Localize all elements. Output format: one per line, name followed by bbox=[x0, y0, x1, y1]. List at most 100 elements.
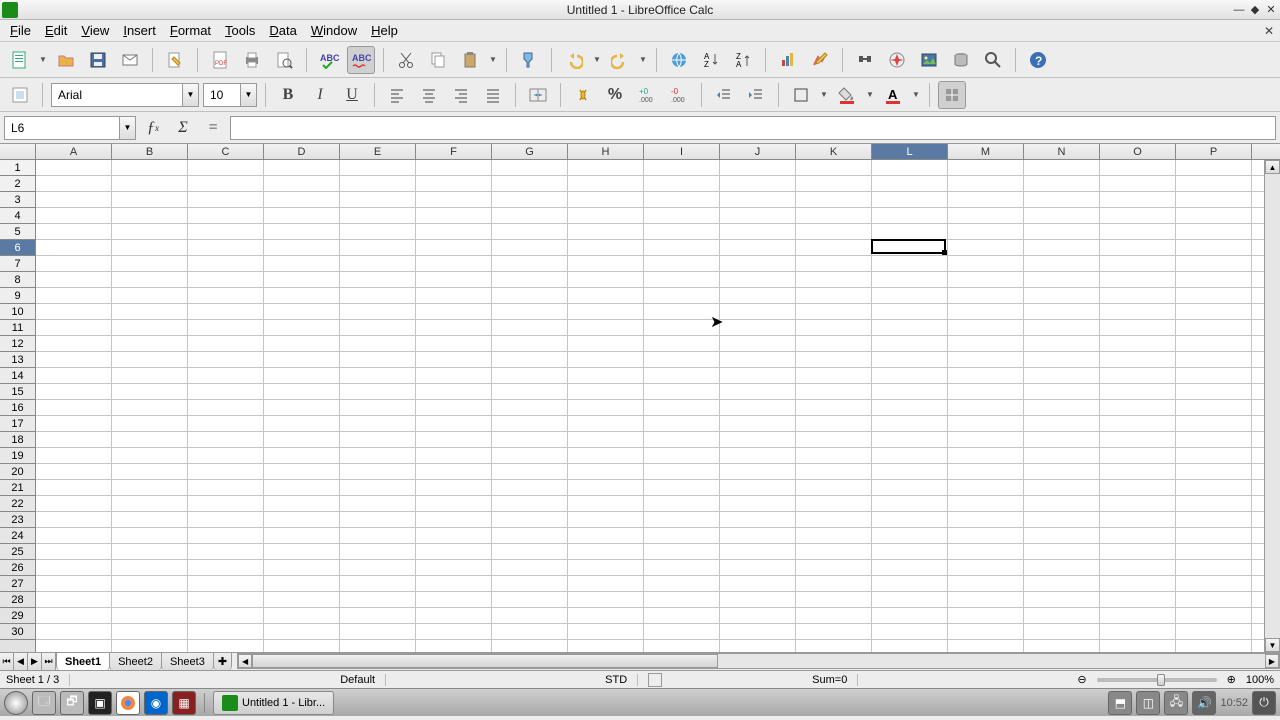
function-equals-icon[interactable]: = bbox=[202, 117, 224, 139]
row-header[interactable]: 19 bbox=[0, 448, 35, 464]
row-header[interactable]: 28 bbox=[0, 592, 35, 608]
row-header[interactable]: 10 bbox=[0, 304, 35, 320]
row-header[interactable]: 4 bbox=[0, 208, 35, 224]
undo-icon[interactable] bbox=[560, 46, 588, 74]
row-header[interactable]: 17 bbox=[0, 416, 35, 432]
row-header[interactable]: 7 bbox=[0, 256, 35, 272]
add-decimal-icon[interactable]: +0.000 bbox=[633, 81, 661, 109]
redo-icon[interactable] bbox=[606, 46, 634, 74]
column-header[interactable]: I bbox=[644, 144, 720, 159]
clock[interactable]: 10:52 bbox=[1220, 697, 1248, 709]
borders-dropdown[interactable]: ▼ bbox=[819, 90, 829, 99]
sum-icon[interactable]: Σ bbox=[172, 117, 194, 139]
tray-volume-icon[interactable]: 🔊 bbox=[1192, 691, 1216, 715]
sort-asc-icon[interactable]: AZ bbox=[697, 46, 725, 74]
row-header[interactable]: 8 bbox=[0, 272, 35, 288]
new-dropdown[interactable]: ▼ bbox=[38, 55, 48, 64]
chart-icon[interactable] bbox=[774, 46, 802, 74]
align-left-icon[interactable] bbox=[383, 81, 411, 109]
datasources-icon[interactable] bbox=[947, 46, 975, 74]
navigator-icon[interactable] bbox=[883, 46, 911, 74]
row-header[interactable]: 23 bbox=[0, 512, 35, 528]
save-icon[interactable] bbox=[84, 46, 112, 74]
cells-area[interactable] bbox=[36, 160, 1264, 652]
row-header[interactable]: 20 bbox=[0, 464, 35, 480]
tray-power-icon[interactable]: ⏻ bbox=[1252, 691, 1276, 715]
font-size-combo[interactable]: 10 ▼ bbox=[203, 83, 257, 107]
row-header[interactable]: 5 bbox=[0, 224, 35, 240]
tab-prev-icon[interactable]: ◀ bbox=[14, 653, 28, 670]
column-header[interactable]: K bbox=[796, 144, 872, 159]
row-header[interactable]: 22 bbox=[0, 496, 35, 512]
sheet-tab-3[interactable]: Sheet3 bbox=[161, 653, 214, 670]
export-pdf-icon[interactable]: PDF bbox=[206, 46, 234, 74]
tray-icon-2[interactable]: ◫ bbox=[1136, 691, 1160, 715]
column-header[interactable]: D bbox=[264, 144, 340, 159]
tray-network-icon[interactable]: 🖧 bbox=[1164, 691, 1188, 715]
zoom-icon[interactable] bbox=[979, 46, 1007, 74]
show-desktop-icon[interactable]: 🗗 bbox=[60, 691, 84, 715]
styles-icon[interactable] bbox=[6, 81, 34, 109]
close-document-button[interactable]: ✕ bbox=[1264, 24, 1276, 38]
row-header[interactable]: 29 bbox=[0, 608, 35, 624]
bgcolor-dropdown[interactable]: ▼ bbox=[865, 90, 875, 99]
show-draw-functions-icon[interactable] bbox=[806, 46, 834, 74]
menu-tools[interactable]: Tools bbox=[219, 21, 261, 40]
column-header[interactable]: F bbox=[416, 144, 492, 159]
name-box[interactable]: L6 ▼ bbox=[4, 116, 136, 140]
status-mode[interactable]: STD bbox=[605, 674, 638, 686]
percent-icon[interactable]: % bbox=[601, 81, 629, 109]
sort-desc-icon[interactable]: ZA bbox=[729, 46, 757, 74]
decrease-indent-icon[interactable] bbox=[710, 81, 738, 109]
menu-insert[interactable]: Insert bbox=[117, 21, 162, 40]
borders-icon[interactable] bbox=[787, 81, 815, 109]
row-header[interactable]: 27 bbox=[0, 576, 35, 592]
font-color-icon[interactable]: A bbox=[879, 81, 907, 109]
row-header[interactable]: 30 bbox=[0, 624, 35, 640]
chrome-icon[interactable] bbox=[116, 691, 140, 715]
chevron-down-icon[interactable]: ▼ bbox=[119, 117, 135, 139]
column-header[interactable]: B bbox=[112, 144, 188, 159]
app-icon[interactable]: ▦ bbox=[172, 691, 196, 715]
maximize-button[interactable]: ◆ bbox=[1249, 4, 1261, 16]
row-header[interactable]: 12 bbox=[0, 336, 35, 352]
currency-icon[interactable] bbox=[569, 81, 597, 109]
menu-file[interactable]: File bbox=[4, 21, 37, 40]
row-header[interactable]: 13 bbox=[0, 352, 35, 368]
paste-dropdown[interactable]: ▼ bbox=[488, 55, 498, 64]
menu-edit[interactable]: Edit bbox=[39, 21, 73, 40]
grid-lines-icon[interactable] bbox=[938, 81, 966, 109]
minimize-button[interactable]: — bbox=[1233, 4, 1245, 16]
zoom-knob[interactable] bbox=[1157, 674, 1165, 686]
auto-spellcheck-icon[interactable]: ABC bbox=[347, 46, 375, 74]
row-header[interactable]: 24 bbox=[0, 528, 35, 544]
formula-input[interactable] bbox=[230, 116, 1276, 140]
function-wizard-icon[interactable]: ƒx bbox=[142, 117, 164, 139]
select-all-corner[interactable] bbox=[0, 144, 36, 159]
print-icon[interactable] bbox=[238, 46, 266, 74]
row-header[interactable]: 21 bbox=[0, 480, 35, 496]
chevron-down-icon[interactable]: ▼ bbox=[182, 84, 198, 106]
column-header[interactable]: C bbox=[188, 144, 264, 159]
hyperlink-icon[interactable] bbox=[665, 46, 693, 74]
format-paintbrush-icon[interactable] bbox=[515, 46, 543, 74]
zoom-out-icon[interactable]: ⊖ bbox=[1077, 673, 1086, 686]
tab-first-icon[interactable]: ⏮ bbox=[0, 653, 14, 670]
scroll-right-icon[interactable]: ▶ bbox=[1265, 654, 1279, 668]
tab-last-icon[interactable]: ⏭ bbox=[42, 653, 56, 670]
menu-window[interactable]: Window bbox=[305, 21, 363, 40]
email-icon[interactable] bbox=[116, 46, 144, 74]
find-icon[interactable] bbox=[851, 46, 879, 74]
zoom-in-icon[interactable]: ⊕ bbox=[1227, 673, 1236, 686]
menu-help[interactable]: Help bbox=[365, 21, 404, 40]
column-header[interactable]: E bbox=[340, 144, 416, 159]
column-header[interactable]: A bbox=[36, 144, 112, 159]
edit-file-icon[interactable] bbox=[161, 46, 189, 74]
underline-icon[interactable]: U bbox=[338, 81, 366, 109]
align-center-icon[interactable] bbox=[415, 81, 443, 109]
row-header[interactable]: 6 bbox=[0, 240, 35, 256]
column-header[interactable]: O bbox=[1100, 144, 1176, 159]
column-header[interactable]: M bbox=[948, 144, 1024, 159]
row-header[interactable]: 25 bbox=[0, 544, 35, 560]
merge-cells-icon[interactable] bbox=[524, 81, 552, 109]
